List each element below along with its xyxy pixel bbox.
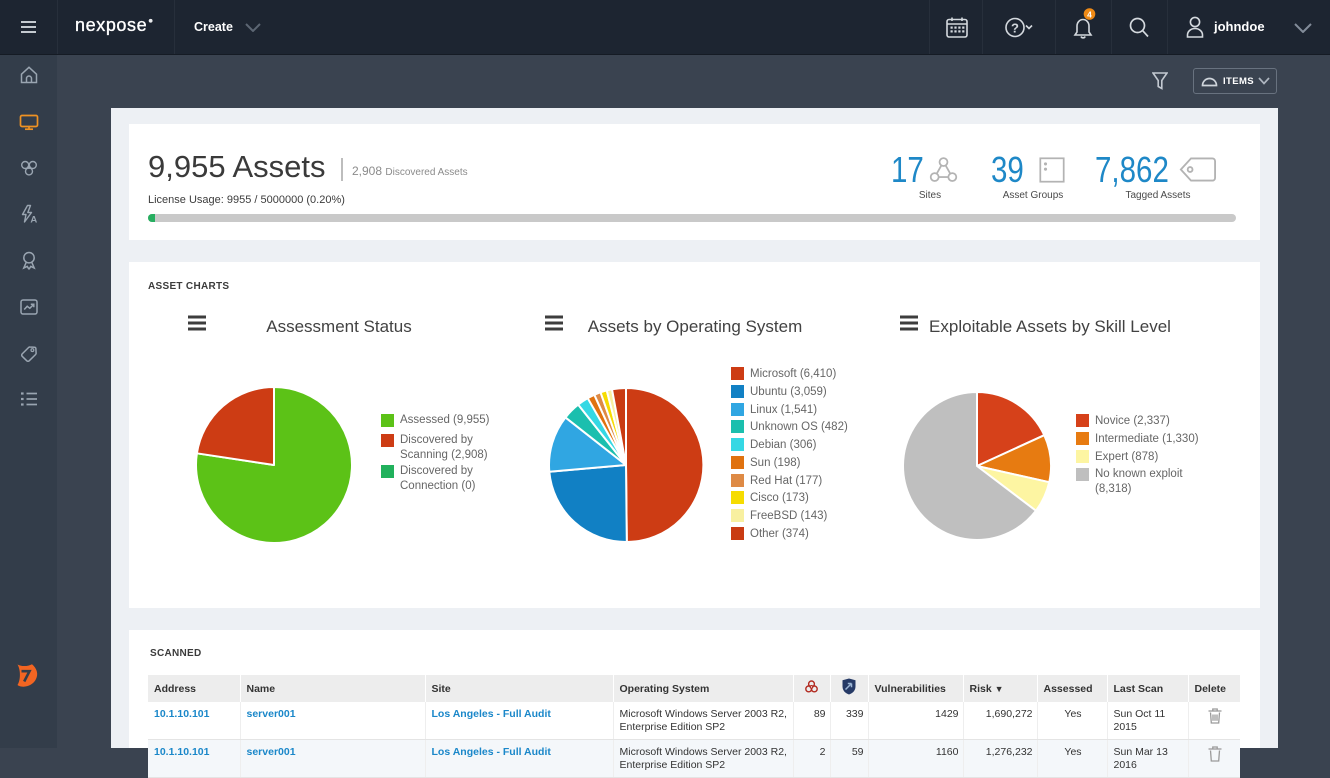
svg-text:?: ? [1011,21,1019,36]
svg-text:A: A [30,215,37,225]
svg-text:4: 4 [1087,9,1092,19]
